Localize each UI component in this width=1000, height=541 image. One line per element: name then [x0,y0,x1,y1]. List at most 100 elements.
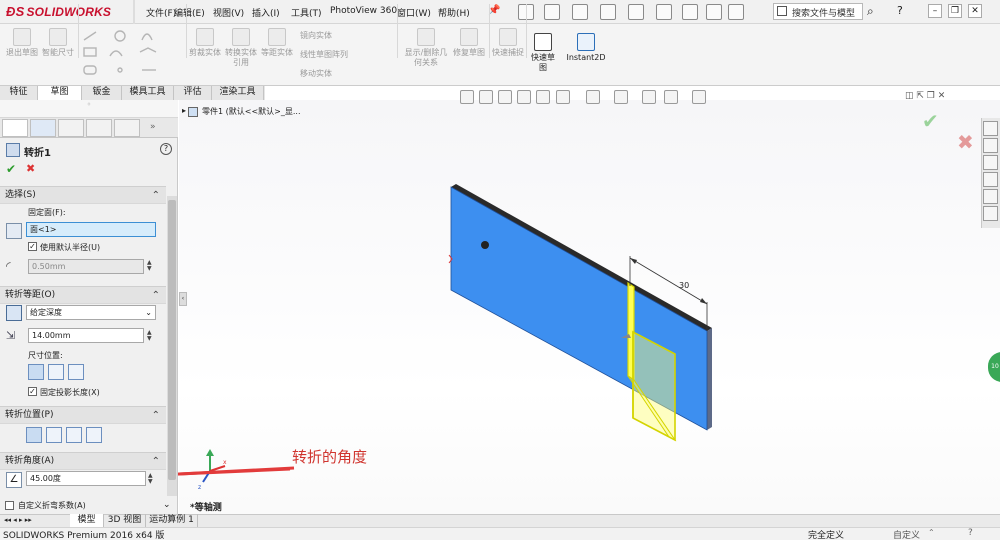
units-selector[interactable]: 自定义 [893,528,920,541]
tab-sketch[interactable]: 草图 [38,86,82,100]
cancel-close-icon[interactable]: ✖ [26,162,35,175]
chevron-down-icon: ⌄ [145,308,152,317]
solidworks-logo[interactable]: ƉS SOLIDWORKS [6,4,111,19]
search-icon[interactable]: ⌕ [867,4,887,20]
fixed-face-icon [6,223,22,239]
inner-virtual-sharp-button[interactable] [48,364,64,380]
custom-bend-expand-icon[interactable]: ⌄ [163,500,171,510]
jog-offset-section-header[interactable]: 转折等距(O) ⌃ [0,286,166,304]
display-delete-relations-button[interactable]: 显示/删除几何关系 [404,28,448,68]
menu-file[interactable]: 文件(F) [146,6,176,19]
rapid-sketch-button[interactable]: 快速草图 [528,33,558,73]
property-manager-tab-icon[interactable] [30,119,56,137]
dimension-arrow-a [630,258,637,264]
quick-snaps-button[interactable]: 快速捕捉 [492,28,524,58]
tab-scroll-arrows[interactable]: ◂◂ ◂ ▸ ▸▸ [4,516,32,524]
configuration-manager-tab-icon[interactable] [58,119,84,137]
trim-entities-button[interactable]: 剪裁实体 [188,28,222,58]
radius-spinner[interactable]: ▲ ▼ [147,260,152,272]
custom-bend-allowance-checkbox[interactable] [5,501,14,510]
help-circle-icon[interactable]: ? [160,143,172,155]
annotation-text: 转折的角度 [292,448,368,466]
status-help-icon[interactable]: ? [968,528,973,538]
rebuild-icon[interactable] [682,4,698,20]
tab-sheet-metal[interactable]: 钣金 [82,86,122,100]
material-outside-button[interactable] [66,427,82,443]
move-entities-button[interactable]: 移动实体 [300,69,332,79]
file-properties-icon[interactable] [706,4,722,20]
tab-mold-tools[interactable]: 模具工具 [122,86,174,100]
panel-collapse-handle[interactable]: ‹ [179,292,187,306]
undo-icon[interactable] [628,4,644,20]
instant2d-button[interactable]: Instant2D [562,33,610,63]
fix-projected-length-checkbox[interactable]: ✓ [28,387,37,396]
bend-outside-button[interactable] [86,427,102,443]
sketch-status: 完全定义 [808,531,845,541]
close-button[interactable]: ✕ [968,4,982,18]
distance-spinner[interactable]: ▲ ▼ [147,330,152,342]
overall-dimension-button[interactable] [68,364,84,380]
offset-distance-field[interactable]: 14.00mm [28,328,144,343]
ok-check-icon[interactable]: ✔ [6,162,16,176]
use-default-radius-checkbox[interactable]: ✓ [28,242,37,251]
exit-sketch-button[interactable]: 退出草图 [4,28,40,58]
jog-angle-field[interactable]: 45.00度 [26,471,146,486]
view-orientation-label: *等轴测 [190,503,222,513]
tab-evaluate[interactable]: 评估 [174,86,212,100]
fixed-face-field[interactable]: 面<1> [26,222,156,237]
display-manager-tab-icon[interactable] [114,119,140,137]
product-version: SOLIDWORKS Premium 2016 x64 版 [3,531,165,541]
fix-projected-length-label: 固定投影长度(X) [40,388,100,397]
linear-pattern-button[interactable]: 线性草图阵列 [300,50,348,60]
panel-more-icon[interactable]: » [150,122,156,132]
panel-scrollbar[interactable] [167,196,177,496]
end-condition-select[interactable]: 给定深度 ⌄ [26,305,156,320]
units-chevron-icon[interactable]: ⌃ [928,528,935,537]
smart-dimension-button[interactable]: 智能尺寸 [40,28,76,58]
feature-title: 转折1 [24,148,51,159]
outer-virtual-sharp-button[interactable] [28,364,44,380]
menu-help[interactable]: 帮助(H) [438,6,470,19]
jog-angle-section-header[interactable]: 转折角度(A) ⌃ [0,452,166,470]
select-icon[interactable] [656,4,672,20]
dimxpert-manager-tab-icon[interactable] [86,119,112,137]
tab-model[interactable]: 模型 [70,514,104,527]
panel-grip[interactable]: ◦ [0,100,178,118]
jog-position-section-header[interactable]: 转折位置(P) ⌃ [0,406,166,424]
bend-centerline-button[interactable] [26,427,42,443]
offset-entities-button[interactable]: 等距实体 [260,28,294,58]
sketch-entities-group[interactable] [82,30,182,80]
tab-motion-study[interactable]: 运动算例 1 [146,514,198,527]
options-gear-icon[interactable] [728,4,744,20]
search-placeholder: 搜索文件与模型 [792,9,856,19]
open-folder-icon[interactable] [544,4,560,20]
tab-render-tools[interactable]: 渲染工具 [212,86,264,100]
tab-features[interactable]: 特征 [0,86,38,100]
feature-manager-tab-icon[interactable] [2,119,28,137]
menu-window[interactable]: 窗口(W) [397,6,431,19]
menu-edit[interactable]: 编辑(E) [174,6,205,19]
minimize-button[interactable]: – [928,4,942,18]
menu-photoview[interactable]: PhotoView 360 [330,6,397,16]
convert-entities-button[interactable]: 转换实体引用 [224,28,258,68]
dimension-label[interactable]: 30 [679,281,689,290]
bend-radius-field[interactable]: 0.50mm [28,259,144,274]
mirror-entities-button[interactable]: 镜向实体 [300,31,332,41]
fixed-face-label: 固定面(F): [28,208,66,217]
reverse-direction-icon[interactable] [6,305,22,321]
menu-insert[interactable]: 插入(I) [252,6,280,19]
menu-view[interactable]: 视图(V) [213,6,244,19]
selection-section-header[interactable]: 选择(S) ⌃ [0,186,166,204]
material-inside-button[interactable] [46,427,62,443]
search-input[interactable]: 搜索文件与模型 [773,3,863,20]
tab-3d-view[interactable]: 3D 视图 [104,514,146,527]
restore-button[interactable]: ❐ [948,4,962,18]
menu-tools[interactable]: 工具(T) [291,6,322,19]
repair-sketch-button[interactable]: 修复草图 [452,28,486,58]
save-icon[interactable] [572,4,588,20]
print-icon[interactable] [600,4,616,20]
dimension-arrow-b [700,298,707,304]
bend-radius-icon: ◜ [6,259,11,273]
angle-spinner[interactable]: ▲ ▼ [148,473,153,485]
help-icon[interactable]: ? [897,4,903,17]
